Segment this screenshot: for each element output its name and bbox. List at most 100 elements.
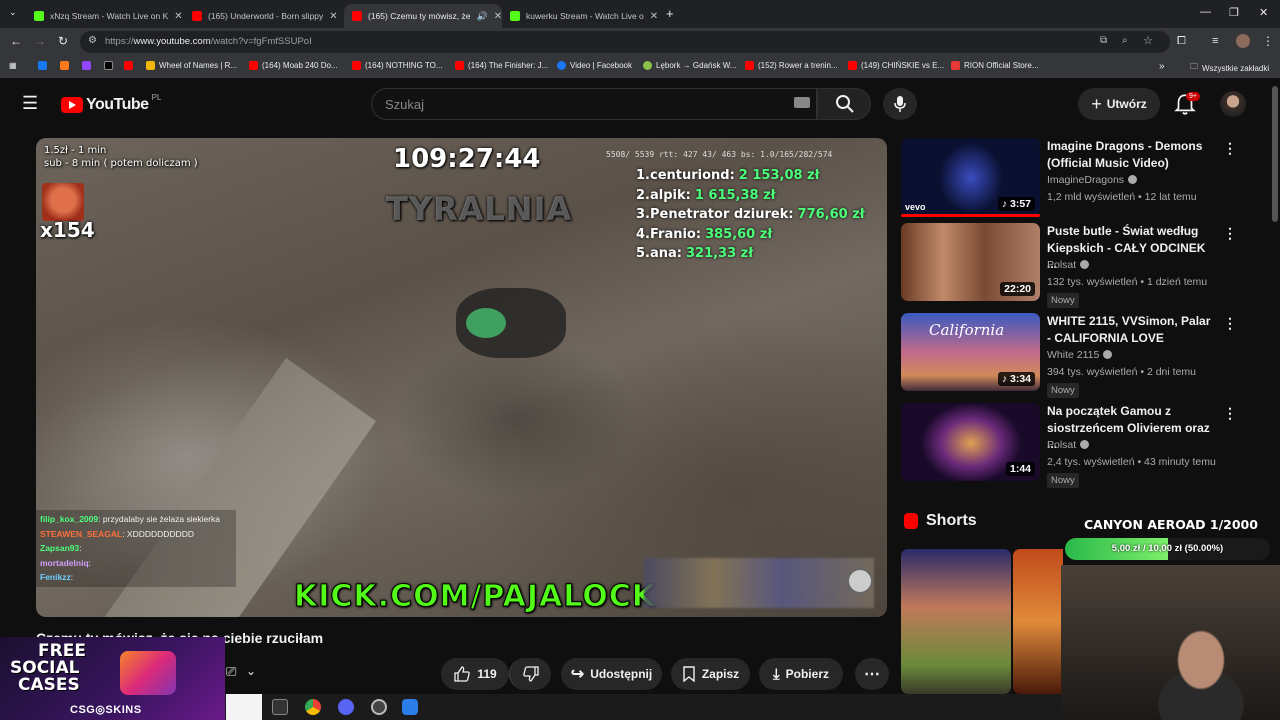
- zoom-icon[interactable]: ⌕: [1122, 35, 1128, 46]
- all-bookmarks-folder[interactable]: 🗀 Wszystkie zakładki: [1190, 61, 1269, 75]
- youtube-icon: [124, 61, 133, 70]
- profile-avatar[interactable]: [1236, 34, 1250, 48]
- more-vertical-icon[interactable]: ⋮: [1223, 140, 1237, 157]
- ad-brand: CSG◎SKINS: [70, 704, 142, 716]
- video-thumbnail[interactable]: vevo ♪ 3:57: [901, 138, 1040, 216]
- share-button[interactable]: ↪ Udostępnij: [561, 658, 662, 690]
- video-thumbnail[interactable]: California ♪ 3:34: [901, 313, 1040, 391]
- more-vertical-icon[interactable]: ⋮: [1223, 225, 1237, 242]
- tab-close-icon[interactable]: ✕: [644, 11, 658, 22]
- short-thumbnail[interactable]: [901, 549, 1011, 694]
- url-input[interactable]: ⚙ https://www.youtube.com/watch?v=fgFmfS…: [80, 31, 1170, 53]
- more-bookmarks-icon[interactable]: »: [1159, 61, 1165, 72]
- page-scrollbar-thumb[interactable]: [1272, 86, 1278, 222]
- video-thumbnail[interactable]: 1:44: [901, 403, 1040, 481]
- bookmark-twitch[interactable]: [82, 61, 95, 70]
- video-player[interactable]: 1.5zł - 1 min sub - 8 min ( potem dolicz…: [36, 138, 887, 617]
- app-icon[interactable]: [402, 699, 418, 715]
- forward-icon[interactable]: →: [34, 34, 46, 48]
- bookmark-item[interactable]: Lębork → Gdańsk W...: [643, 61, 736, 70]
- youtube-favicon-icon: [192, 11, 202, 21]
- bookmark-item[interactable]: (149) CHIŃSKIE vs E...: [848, 61, 944, 70]
- more-vertical-icon[interactable]: ⋮: [1223, 315, 1237, 332]
- cast-icon[interactable]: ⧉: [1100, 35, 1107, 46]
- taskbar-search-box[interactable]: [226, 694, 262, 720]
- dislike-button[interactable]: [509, 658, 551, 690]
- create-button[interactable]: + Utwórz: [1078, 88, 1160, 120]
- browser-tab[interactable]: (165) Underworld - Born slippy ✕: [184, 4, 342, 28]
- obs-icon[interactable]: [371, 699, 387, 715]
- video-thumbnail[interactable]: 22:20: [901, 223, 1040, 301]
- video-title[interactable]: Imagine Dragons - Demons (Official Music…: [1047, 138, 1217, 171]
- discord-icon[interactable]: [338, 699, 354, 715]
- short-thumbnail[interactable]: [1013, 549, 1063, 694]
- bookmark-item[interactable]: RION Official Store...: [951, 61, 1039, 70]
- back-icon[interactable]: ←: [10, 34, 22, 48]
- site-info-icon[interactable]: ⚙: [88, 35, 97, 46]
- chrome-icon[interactable]: [305, 699, 321, 715]
- terminal-icon[interactable]: [272, 699, 288, 715]
- tab-close-icon[interactable]: ✕: [323, 11, 337, 22]
- search-input[interactable]: Szukaj: [371, 88, 817, 120]
- video-title[interactable]: WHITE 2115, VVSimon, Palar - CALIFORNIA …: [1047, 313, 1217, 346]
- keyboard-icon[interactable]: [794, 97, 810, 108]
- recommended-video[interactable]: 1:44 Na początek Gamou z siostrzeńcem Ol…: [901, 403, 1241, 488]
- menu-kebab-icon[interactable]: ⋮: [1262, 34, 1274, 48]
- subathon-timer: 109:27:44: [393, 144, 541, 174]
- new-tab-icon[interactable]: +: [666, 6, 674, 21]
- account-avatar[interactable]: [1220, 91, 1246, 117]
- channel-name[interactable]: ImagineDragons: [1047, 174, 1138, 186]
- bookmark-facebook[interactable]: [38, 61, 51, 70]
- bookmark-item[interactable]: (152) Rower a trenin...: [745, 61, 838, 70]
- speaker-icon[interactable]: 🔊: [477, 11, 488, 22]
- tab-search-icon[interactable]: ⌄: [9, 7, 17, 18]
- more-vertical-icon[interactable]: ⋮: [1223, 405, 1237, 422]
- recommended-video[interactable]: 22:20 Puste butle - Świat według Kiepski…: [901, 223, 1241, 308]
- like-button[interactable]: 119: [441, 658, 509, 690]
- advertisement-overlay[interactable]: FREE SOCIAL CASES CSG◎SKINS: [0, 637, 225, 720]
- recommended-video[interactable]: vevo ♪ 3:57 Imagine Dragons - Demons (Of…: [901, 138, 1241, 218]
- bookmark-item[interactable]: (164) NOTHING TO...: [352, 61, 443, 70]
- hand-icon: ⎚: [226, 664, 237, 679]
- save-button[interactable]: Zapisz: [671, 658, 750, 690]
- microphone-icon: [894, 96, 906, 112]
- recommended-video[interactable]: California ♪ 3:34 WHITE 2115, VVSimon, P…: [901, 313, 1241, 398]
- browser-tab[interactable]: kuwerku Stream - Watch Live o ✕: [502, 4, 660, 28]
- tab-close-icon[interactable]: ✕: [488, 11, 502, 22]
- more-actions-button[interactable]: ⋯: [855, 658, 889, 690]
- browser-tab[interactable]: xNzq Stream - Watch Live on K ✕: [26, 4, 184, 28]
- channel-name[interactable]: Polsat: [1047, 259, 1090, 271]
- bookmark-item[interactable]: (164) The Finisher: J...: [455, 61, 548, 70]
- bookmark-x[interactable]: [104, 61, 117, 70]
- bookmark-orange[interactable]: [60, 61, 73, 70]
- bookmark-red[interactable]: [124, 61, 137, 70]
- channel-name[interactable]: Polsat: [1047, 439, 1090, 451]
- apps-grid-icon[interactable]: ▦: [9, 61, 17, 70]
- voice-search-button[interactable]: [883, 88, 917, 120]
- tab-close-icon[interactable]: ✕: [168, 11, 182, 22]
- bookmark-item[interactable]: Wheel of Names | R...: [146, 61, 237, 70]
- youtube-logo[interactable]: YouTube PL: [61, 93, 161, 114]
- maximize-icon[interactable]: ❐: [1229, 6, 1239, 19]
- kick-favicon-icon: [510, 11, 520, 21]
- browser-tab-active[interactable]: (165) Czemu ty mówisz, że 🔊 ✕: [344, 4, 502, 28]
- bookmark-star-icon[interactable]: ☆: [1143, 34, 1153, 47]
- hamburger-menu-icon[interactable]: ☰: [22, 93, 38, 114]
- chevron-down-icon[interactable]: ⌄: [246, 664, 256, 678]
- channel-name[interactable]: White 2115: [1047, 349, 1113, 361]
- minimize-icon[interactable]: —: [1200, 6, 1211, 18]
- download-button[interactable]: ⤓ Pobierz: [759, 658, 843, 690]
- search-button[interactable]: [817, 88, 871, 120]
- reading-list-icon[interactable]: ≡: [1212, 35, 1218, 47]
- bookmark-item[interactable]: (164) Moab 240 Do...: [249, 61, 338, 70]
- bookmark-item[interactable]: Video | Facebook: [557, 61, 632, 70]
- video-duration: ♪ 3:57: [997, 197, 1035, 211]
- window-close-icon[interactable]: ✕: [1259, 6, 1268, 19]
- video-duration: 1:44: [1005, 462, 1035, 476]
- store-icon: [951, 61, 960, 70]
- extensions-icon[interactable]: ⧠: [1177, 35, 1186, 48]
- more-horizontal-icon: ⋯: [864, 666, 880, 683]
- tab-label: kuwerku Stream - Watch Live o: [526, 11, 644, 21]
- reload-icon[interactable]: ↻: [58, 34, 68, 48]
- facebook-icon: [38, 61, 47, 70]
